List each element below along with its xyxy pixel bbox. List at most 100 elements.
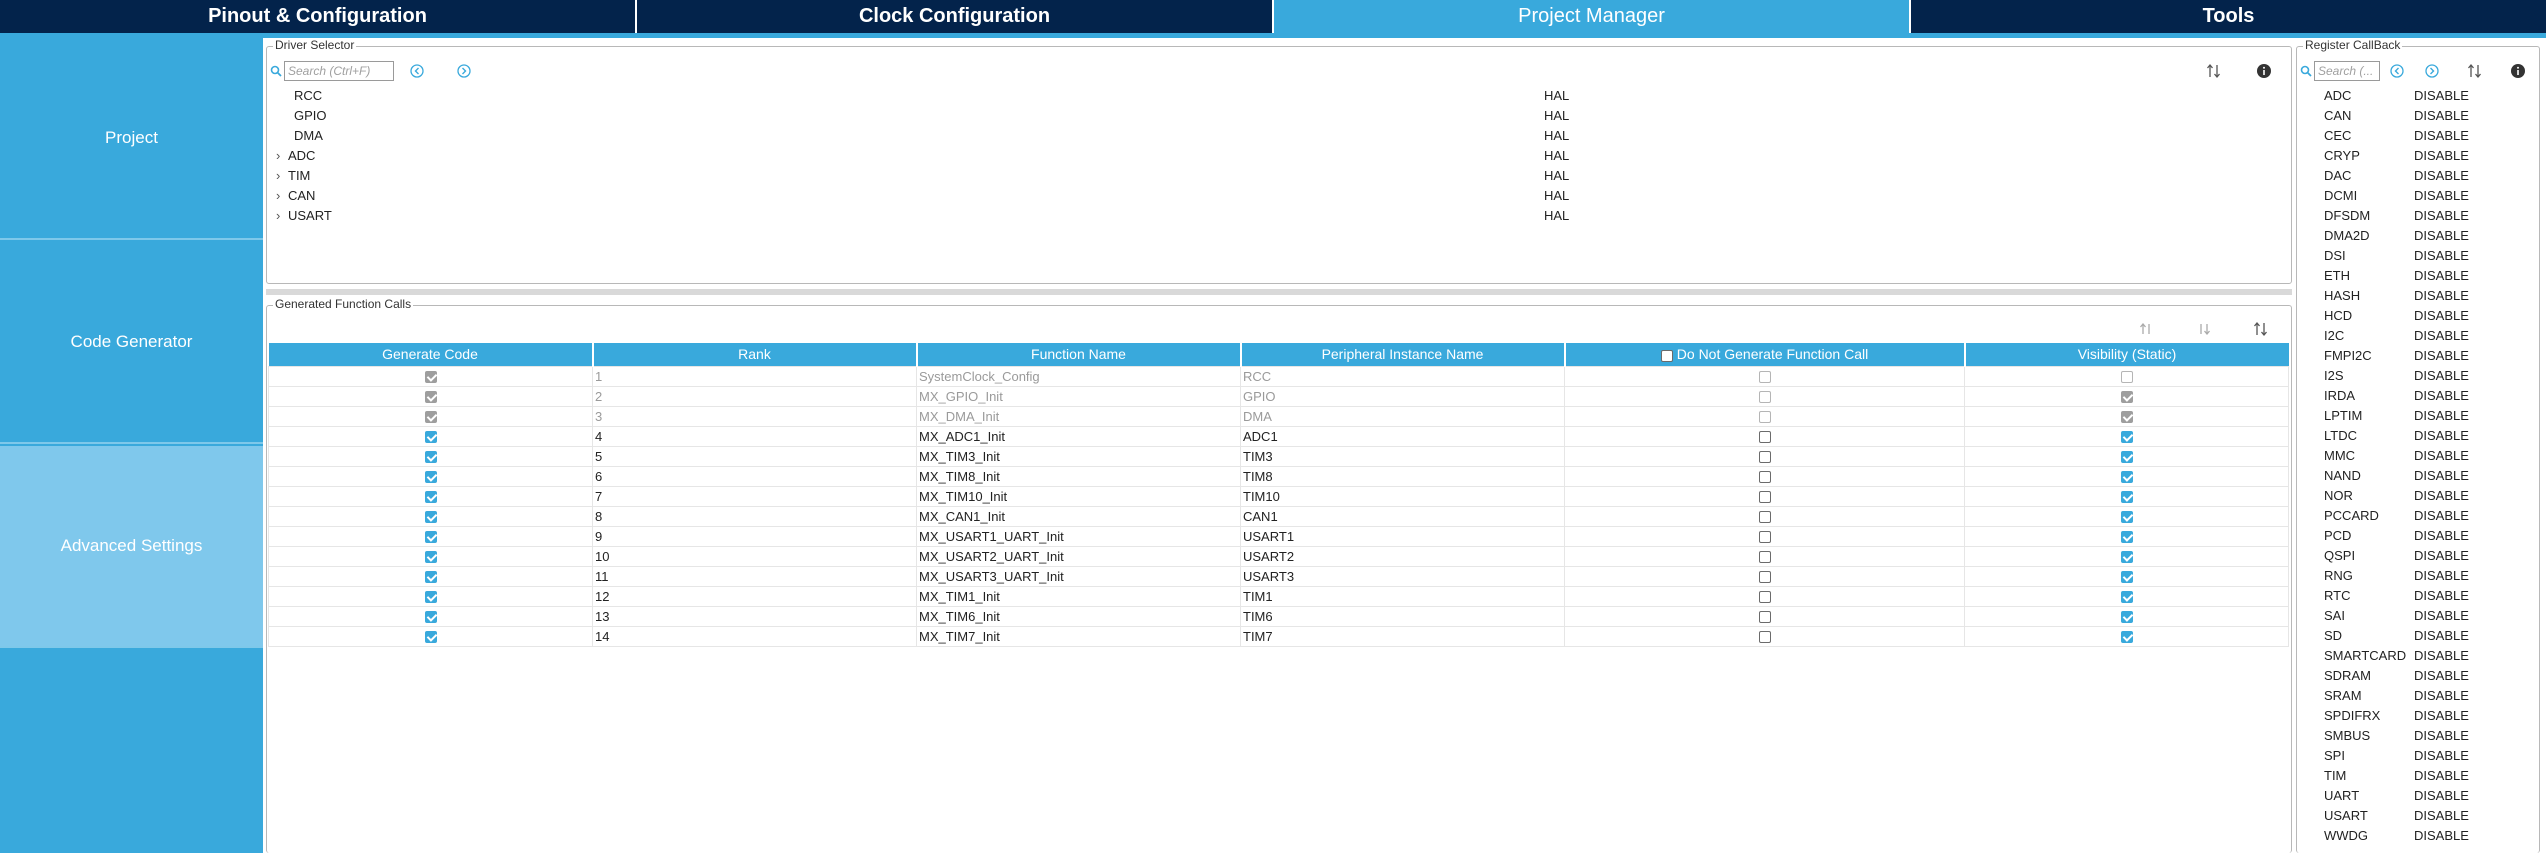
- callback-value[interactable]: DISABLE: [2414, 208, 2469, 223]
- callback-row[interactable]: SDRAM DISABLE: [2322, 666, 2532, 686]
- callback-value[interactable]: DISABLE: [2414, 408, 2469, 423]
- callback-value[interactable]: DISABLE: [2414, 548, 2469, 563]
- table-row[interactable]: 5 MX_TIM3_Init TIM3: [268, 445, 2289, 467]
- driver-row[interactable]: › TIM HAL: [276, 166, 2546, 186]
- callback-row[interactable]: I2C DISABLE: [2322, 326, 2532, 346]
- callback-value[interactable]: DISABLE: [2414, 248, 2469, 263]
- do-not-generate-checkbox[interactable]: [1758, 611, 1771, 624]
- callback-row[interactable]: MMC DISABLE: [2322, 446, 2532, 466]
- panel-splitter[interactable]: [266, 289, 2292, 295]
- callback-value[interactable]: DISABLE: [2414, 328, 2469, 343]
- callback-search-input[interactable]: [2314, 61, 2380, 81]
- callback-row[interactable]: NAND DISABLE: [2322, 466, 2532, 486]
- visibility-static-checkbox[interactable]: [2120, 571, 2133, 584]
- tab-project-manager[interactable]: Project Manager: [1274, 0, 1911, 33]
- sort-icon[interactable]: [2467, 63, 2483, 79]
- expand-all-icon[interactable]: [456, 63, 472, 79]
- callback-row[interactable]: CEC DISABLE: [2322, 126, 2532, 146]
- do-not-generate-checkbox[interactable]: [1758, 491, 1771, 504]
- column-header-rank[interactable]: Rank: [592, 343, 918, 366]
- callback-value[interactable]: DISABLE: [2414, 688, 2469, 703]
- callback-row[interactable]: HASH DISABLE: [2322, 286, 2532, 306]
- callback-row[interactable]: PCCARD DISABLE: [2322, 506, 2532, 526]
- generate-code-checkbox[interactable]: [424, 591, 437, 604]
- callback-row[interactable]: WWDG DISABLE: [2322, 826, 2532, 846]
- callback-value[interactable]: DISABLE: [2414, 468, 2469, 483]
- sidebar-item-project[interactable]: Project: [0, 38, 263, 240]
- generate-code-checkbox[interactable]: [424, 631, 437, 644]
- table-row[interactable]: 6 MX_TIM8_Init TIM8: [268, 465, 2289, 487]
- callback-value[interactable]: DISABLE: [2414, 828, 2469, 843]
- generate-code-checkbox[interactable]: [424, 531, 437, 544]
- callback-value[interactable]: DISABLE: [2414, 108, 2469, 123]
- driver-row[interactable]: DMA HAL: [276, 126, 2546, 146]
- sidebar-item-code-generator[interactable]: Code Generator: [0, 242, 263, 444]
- callback-row[interactable]: HCD DISABLE: [2322, 306, 2532, 326]
- expand-all-icon[interactable]: [2424, 63, 2440, 79]
- visibility-static-checkbox[interactable]: [2120, 471, 2133, 484]
- callback-value[interactable]: DISABLE: [2414, 288, 2469, 303]
- move-up-icon[interactable]: [2138, 321, 2154, 337]
- do-not-generate-checkbox[interactable]: [1758, 631, 1771, 644]
- generate-code-checkbox[interactable]: [424, 471, 437, 484]
- callback-value[interactable]: DISABLE: [2414, 588, 2469, 603]
- table-row[interactable]: 12 MX_TIM1_Init TIM1: [268, 585, 2289, 607]
- callback-value[interactable]: DISABLE: [2414, 708, 2469, 723]
- callback-value[interactable]: DISABLE: [2414, 668, 2469, 683]
- generate-code-checkbox[interactable]: [424, 451, 437, 464]
- callback-row[interactable]: FMPI2C DISABLE: [2322, 346, 2532, 366]
- move-down-icon[interactable]: [2196, 321, 2212, 337]
- callback-row[interactable]: ETH DISABLE: [2322, 266, 2532, 286]
- callback-row[interactable]: NOR DISABLE: [2322, 486, 2532, 506]
- callback-row[interactable]: SMARTCARD DISABLE: [2322, 646, 2532, 666]
- callback-value[interactable]: DISABLE: [2414, 268, 2469, 283]
- callback-row[interactable]: USART DISABLE: [2322, 806, 2532, 826]
- callback-value[interactable]: DISABLE: [2414, 788, 2469, 803]
- column-header-do-not-generate[interactable]: Do Not Generate Function Call: [1564, 343, 1966, 366]
- callback-row[interactable]: SAI DISABLE: [2322, 606, 2532, 626]
- callback-row[interactable]: DMA2D DISABLE: [2322, 226, 2532, 246]
- visibility-static-checkbox[interactable]: [2120, 631, 2133, 644]
- column-header-visibility[interactable]: Visibility (Static): [1964, 343, 2289, 366]
- callback-row[interactable]: LTDC DISABLE: [2322, 426, 2532, 446]
- callback-value[interactable]: DISABLE: [2414, 388, 2469, 403]
- table-row[interactable]: 8 MX_CAN1_Init CAN1: [268, 505, 2289, 527]
- do-not-generate-checkbox[interactable]: [1758, 471, 1771, 484]
- callback-row[interactable]: IRDA DISABLE: [2322, 386, 2532, 406]
- driver-row[interactable]: RCC HAL: [276, 86, 2546, 106]
- callback-row[interactable]: DCMI DISABLE: [2322, 186, 2532, 206]
- tab-pinout-configuration[interactable]: Pinout & Configuration: [0, 0, 637, 33]
- table-row[interactable]: 13 MX_TIM6_Init TIM6: [268, 605, 2289, 627]
- generate-code-checkbox[interactable]: [424, 431, 437, 444]
- callback-value[interactable]: DISABLE: [2414, 728, 2469, 743]
- sort-icon[interactable]: [2253, 321, 2269, 337]
- table-row[interactable]: 3 MX_DMA_Init DMA: [268, 405, 2289, 427]
- driver-value[interactable]: HAL: [1544, 148, 1569, 163]
- callback-value[interactable]: DISABLE: [2414, 508, 2469, 523]
- table-row[interactable]: 14 MX_TIM7_Init TIM7: [268, 625, 2289, 647]
- table-row[interactable]: 7 MX_TIM10_Init TIM10: [268, 485, 2289, 507]
- callback-value[interactable]: DISABLE: [2414, 128, 2469, 143]
- callback-value[interactable]: DISABLE: [2414, 808, 2469, 823]
- callback-value[interactable]: DISABLE: [2414, 648, 2469, 663]
- info-icon[interactable]: [2256, 63, 2272, 79]
- visibility-static-checkbox[interactable]: [2120, 491, 2133, 504]
- driver-row[interactable]: › USART HAL: [276, 206, 2546, 226]
- sort-icon[interactable]: [2206, 63, 2222, 79]
- do-not-generate-checkbox[interactable]: [1758, 551, 1771, 564]
- visibility-static-checkbox[interactable]: [2120, 551, 2133, 564]
- generate-code-checkbox[interactable]: [424, 571, 437, 584]
- callback-value[interactable]: DISABLE: [2414, 488, 2469, 503]
- callback-value[interactable]: DISABLE: [2414, 308, 2469, 323]
- callback-row[interactable]: SMBUS DISABLE: [2322, 726, 2532, 746]
- info-icon[interactable]: [2510, 63, 2526, 79]
- generate-code-checkbox[interactable]: [424, 551, 437, 564]
- column-header-generate-code[interactable]: Generate Code: [268, 343, 594, 366]
- do-not-generate-checkbox[interactable]: [1758, 451, 1771, 464]
- callback-value[interactable]: DISABLE: [2414, 768, 2469, 783]
- do-not-generate-checkbox[interactable]: [1758, 531, 1771, 544]
- callback-row[interactable]: CAN DISABLE: [2322, 106, 2532, 126]
- callback-row[interactable]: UART DISABLE: [2322, 786, 2532, 806]
- callback-row[interactable]: RNG DISABLE: [2322, 566, 2532, 586]
- callback-value[interactable]: DISABLE: [2414, 88, 2469, 103]
